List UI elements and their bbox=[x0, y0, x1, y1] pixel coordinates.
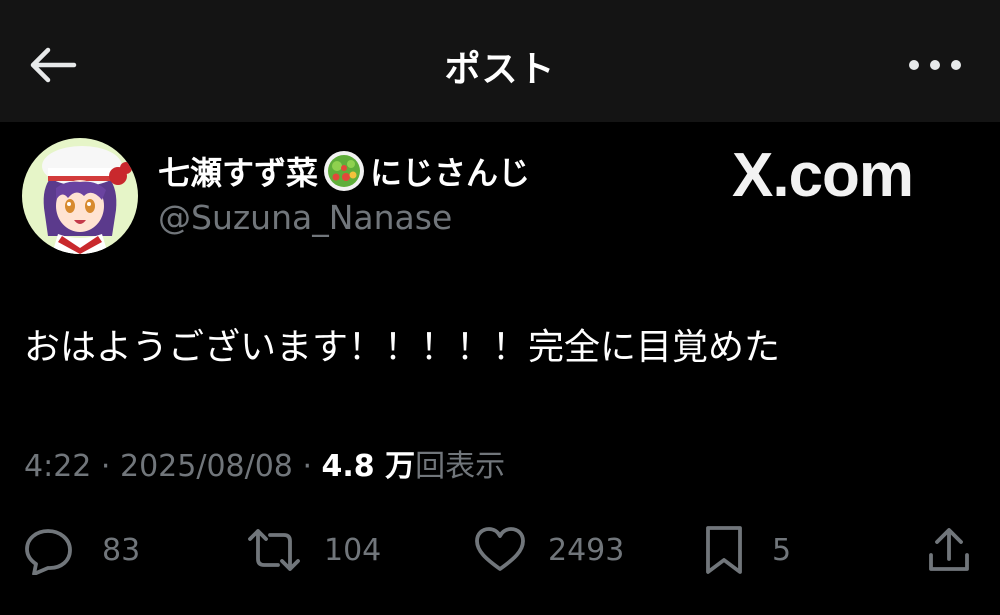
views-label: 回表示 bbox=[415, 449, 506, 484]
post-date[interactable]: 2025/08/08 bbox=[120, 449, 293, 484]
post-time[interactable]: 4:22 bbox=[24, 449, 91, 484]
reply-count: 83 bbox=[102, 532, 141, 568]
post-meta: 4:22 · 2025/08/08 · 4.8 万回表示 bbox=[24, 441, 505, 485]
meta-separator: · bbox=[292, 449, 322, 484]
meta-separator: · bbox=[91, 449, 120, 484]
like-button[interactable]: 2493 bbox=[474, 520, 624, 580]
heart-icon bbox=[475, 527, 525, 571]
share-button[interactable] bbox=[926, 520, 972, 580]
reply-icon bbox=[25, 529, 72, 575]
top-bar: ポスト bbox=[0, 0, 1000, 122]
like-count: 2493 bbox=[548, 532, 625, 568]
display-name-part-1: 七瀬すず菜 bbox=[158, 154, 319, 192]
repost-count: 104 bbox=[324, 532, 382, 568]
post-text: おはようございます！！！！！完全に目覚めた bbox=[24, 327, 781, 368]
more-dots-icon bbox=[909, 60, 961, 70]
repost-button[interactable]: 104 bbox=[246, 520, 381, 580]
bookmark-button[interactable]: 5 bbox=[704, 520, 791, 580]
author-handle[interactable]: @Suzuna_Nanase bbox=[158, 198, 452, 237]
reply-button[interactable]: 83 bbox=[24, 520, 140, 580]
display-name-part-2: にじさんじ bbox=[370, 154, 531, 192]
repost-icon bbox=[248, 529, 300, 571]
action-bar: 83 104 2493 5 bbox=[0, 520, 1000, 580]
bookmark-count: 5 bbox=[772, 532, 792, 568]
author-display-name[interactable]: 七瀬すず菜 にじさんじ bbox=[158, 148, 530, 194]
avatar[interactable] bbox=[22, 138, 138, 254]
watermark: X.com bbox=[732, 141, 914, 210]
salad-bowl-icon bbox=[322, 149, 366, 193]
page-title: ポスト bbox=[444, 49, 556, 90]
share-icon bbox=[929, 528, 969, 571]
bookmark-icon bbox=[706, 526, 742, 574]
views-count: 4.8 万 bbox=[321, 449, 416, 484]
more-options-button[interactable] bbox=[906, 50, 964, 80]
